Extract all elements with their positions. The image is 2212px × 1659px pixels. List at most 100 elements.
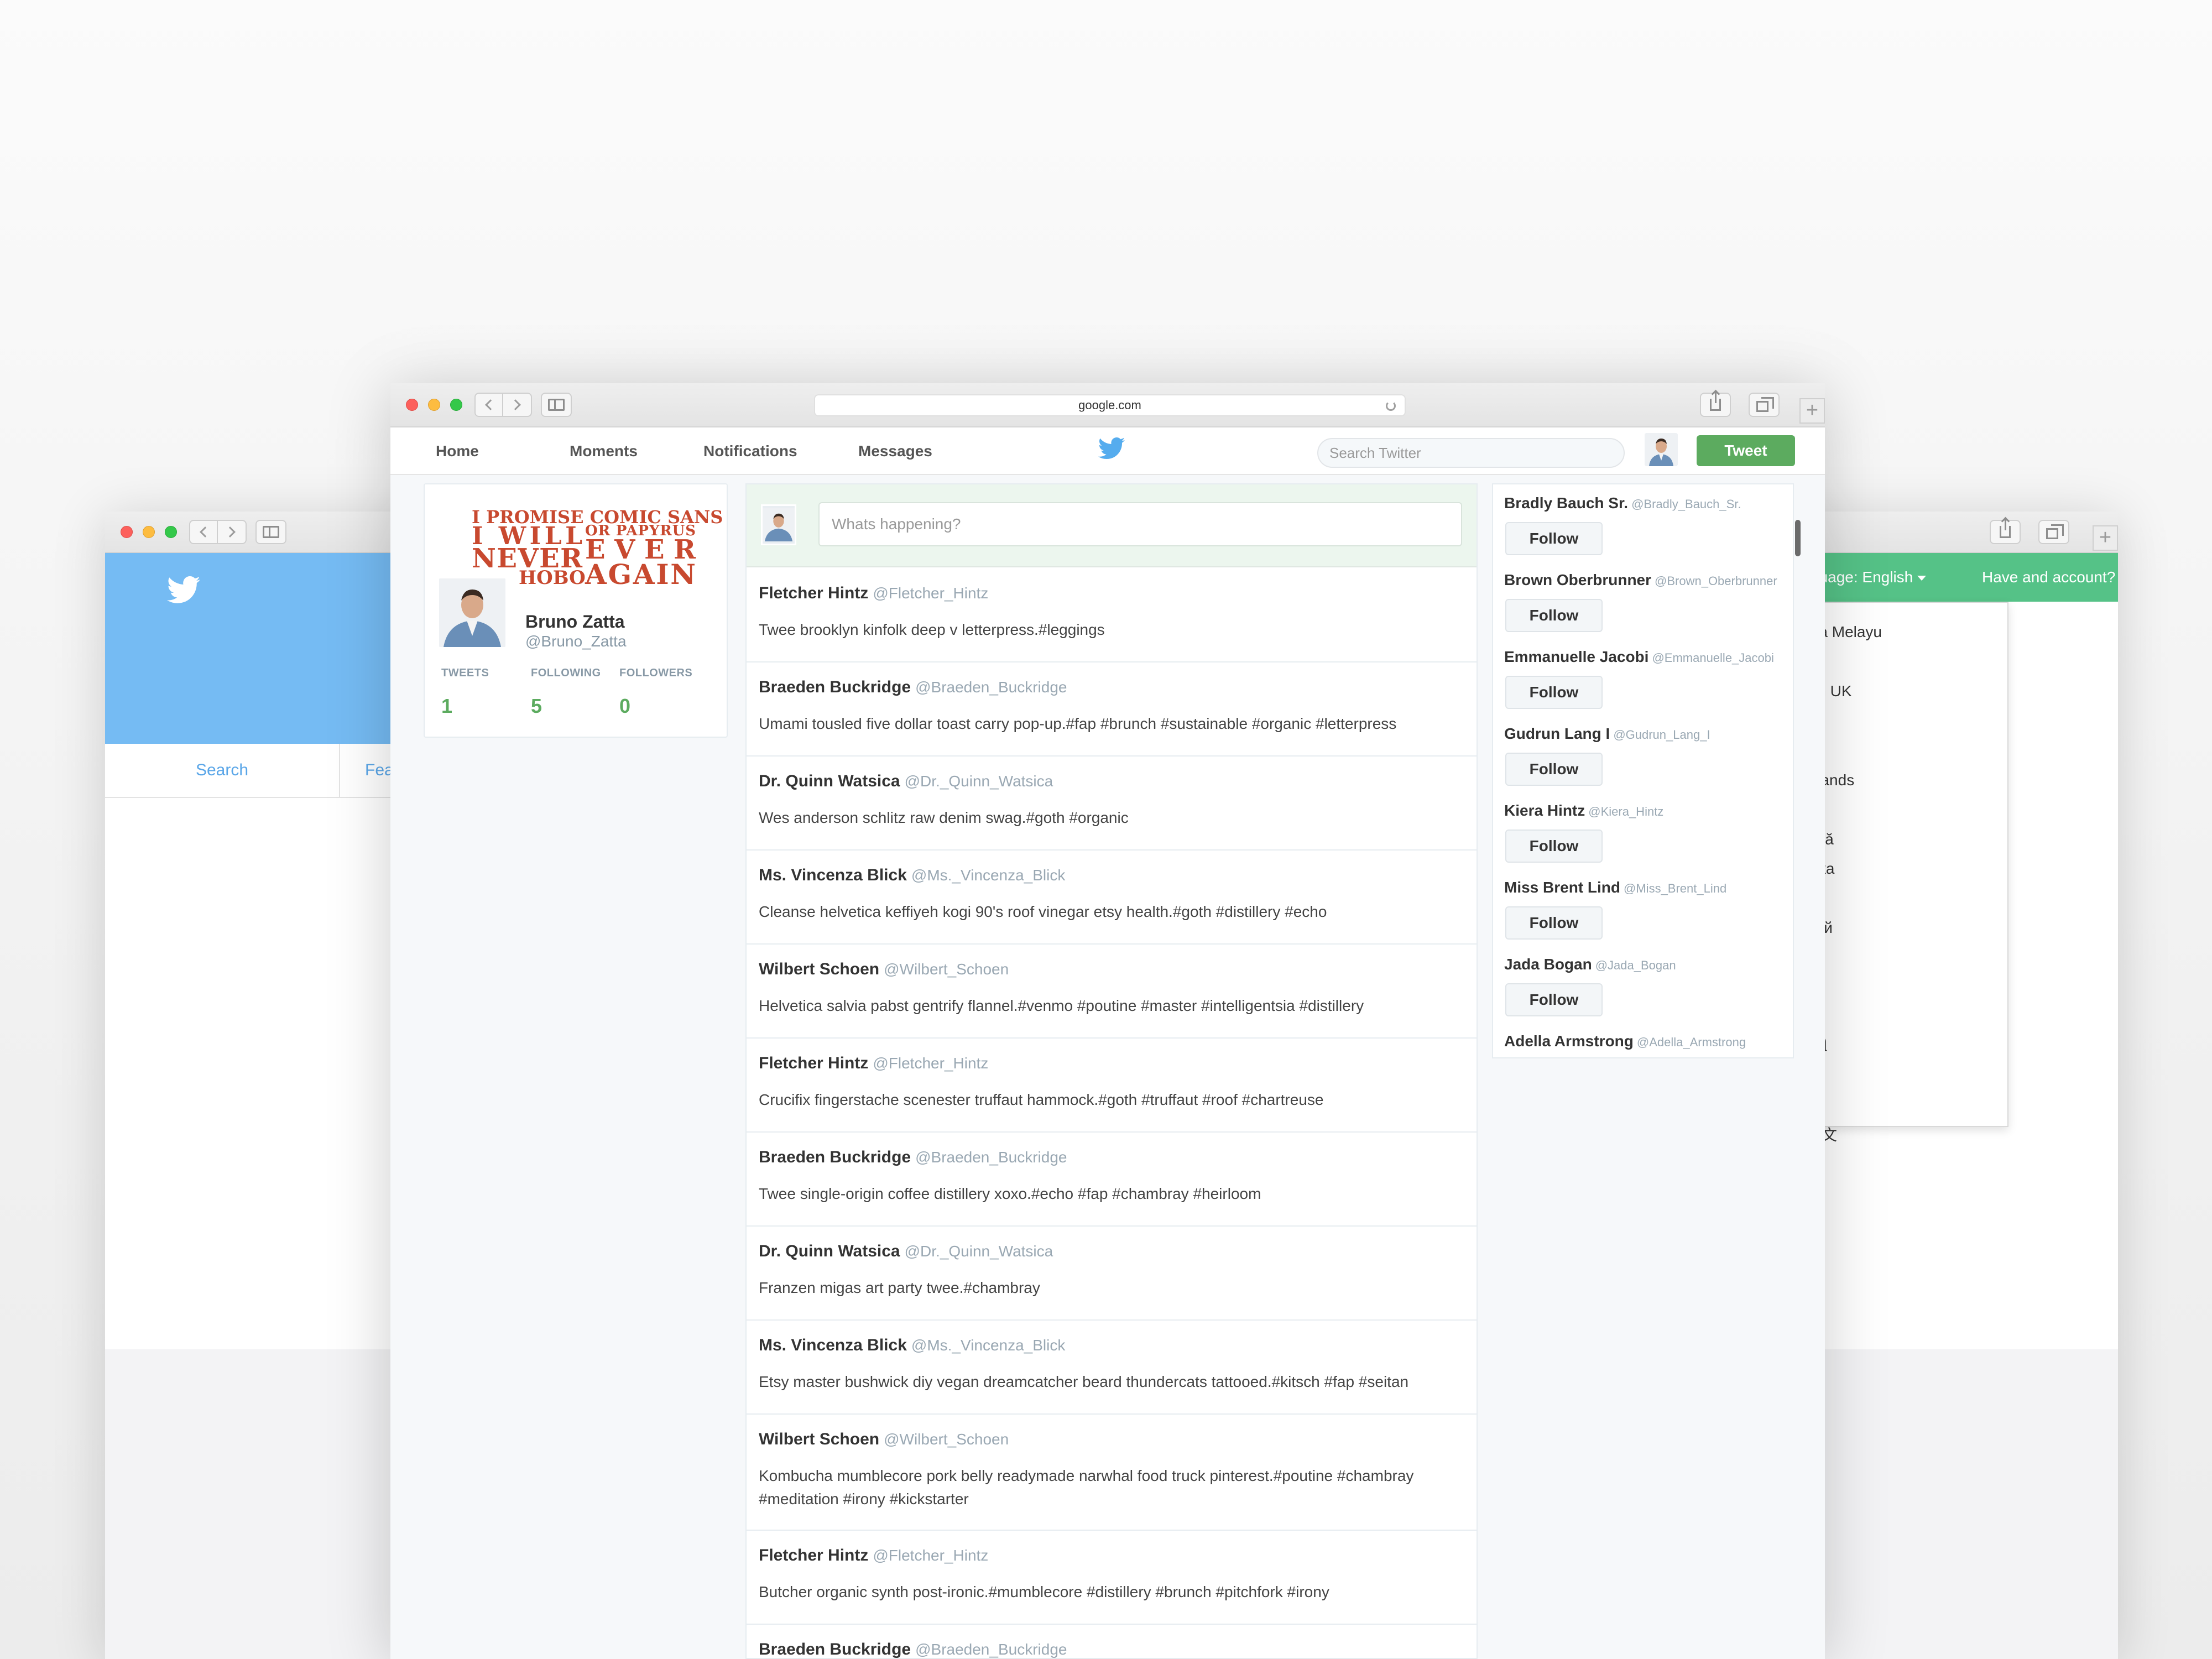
minimize-window-button[interactable] [428, 399, 440, 411]
compose-input[interactable]: Whats happening? [818, 502, 1462, 546]
tweet-author-name[interactable]: Wilbert Schoen [759, 1430, 879, 1448]
suggestion-name[interactable]: Gudrun Lang I @Gudrun_Lang_I [1504, 725, 1710, 743]
tweet-author[interactable]: Dr. Quinn Watsica @Dr._Quinn_Watsica [759, 1242, 1053, 1261]
follow-button[interactable]: Follow [1505, 906, 1603, 940]
tweet-item[interactable]: Ms. Vincenza Blick @Ms._Vincenza_Blick Cle… [747, 851, 1477, 945]
follow-scrollbar[interactable] [1795, 520, 1801, 556]
show-tabs-button[interactable] [2038, 520, 2069, 544]
tweet-author[interactable]: Wilbert Schoen @Wilbert_Schoen [759, 960, 1009, 979]
suggestion-handle[interactable]: @Brown_Oberbrunner [1655, 574, 1777, 588]
tweet-author-name[interactable]: Braeden Buckridge [759, 1148, 911, 1166]
tweet-author-handle[interactable]: @Wilbert_Schoen [884, 1431, 1009, 1448]
show-tabs-button[interactable] [1749, 393, 1780, 417]
nav-home[interactable]: Home [436, 427, 479, 475]
suggestion-display-name[interactable]: Gudrun Lang I [1504, 725, 1610, 742]
stat-following-value[interactable]: 5 [531, 695, 542, 718]
back-button[interactable] [474, 393, 503, 417]
tweet-author-handle[interactable]: @Wilbert_Schoen [884, 961, 1009, 978]
suggestion-handle[interactable]: @Jada_Bogan [1595, 958, 1676, 972]
new-tab-button[interactable]: + [1799, 398, 1825, 424]
tweet-author-name[interactable]: Dr. Quinn Watsica [759, 772, 900, 790]
tweet-author-name[interactable]: Fletcher Hintz [759, 1054, 868, 1072]
nav-moments[interactable]: Moments [570, 427, 638, 475]
suggestion-name[interactable]: Miss Brent Lind @Miss_Brent_Lind [1504, 879, 1726, 896]
follow-button[interactable]: Follow [1505, 830, 1603, 863]
sidebar-toggle-button[interactable] [255, 520, 286, 544]
nav-notifications[interactable]: Notifications [703, 427, 797, 475]
suggestion-name[interactable]: Brown Oberbrunner @Brown_Oberbrunner [1504, 571, 1777, 589]
stat-followers-value[interactable]: 0 [619, 695, 630, 718]
suggestion-display-name[interactable]: Bradly Bauch Sr. [1504, 494, 1628, 512]
suggestion-name[interactable]: Jada Bogan @Jada_Bogan [1504, 956, 1676, 973]
tweet-item[interactable]: Fletcher Hintz @Fletcher_Hintz Crucifix fi… [747, 1039, 1477, 1133]
tweet-author-handle[interactable]: @Fletcher_Hintz [873, 585, 988, 602]
suggestion-handle[interactable]: @Bradly_Bauch_Sr. [1631, 497, 1741, 511]
close-window-button[interactable] [121, 526, 133, 538]
tweet-author-handle[interactable]: @Braeden_Buckridge [915, 679, 1067, 696]
forward-button[interactable] [218, 520, 247, 544]
suggestion-handle[interactable]: @Adella_Armstrong [1637, 1035, 1746, 1049]
tweet-item[interactable]: Dr. Quinn Watsica @Dr._Quinn_Watsica Wes a… [747, 757, 1477, 851]
follow-button[interactable]: Follow [1505, 522, 1603, 555]
suggestion-display-name[interactable]: Emmanuelle Jacobi [1504, 648, 1648, 665]
tweet-author[interactable]: Fletcher Hintz @Fletcher_Hintz [759, 1546, 988, 1565]
minimize-window-button[interactable] [143, 526, 155, 538]
tweet-author[interactable]: Braeden Buckridge @Braeden_Buckridge [759, 1640, 1067, 1658]
tweet-author-handle[interactable]: @Braeden_Buckridge [915, 1149, 1067, 1166]
suggestion-display-name[interactable]: Jada Bogan [1504, 956, 1592, 973]
tweet-author[interactable]: Ms. Vincenza Blick @Ms._Vincenza_Blick [759, 866, 1065, 885]
close-window-button[interactable] [406, 399, 418, 411]
tweet-item[interactable]: Wilbert Schoen @Wilbert_Schoen Kombucha mu… [747, 1415, 1477, 1531]
have-account-link[interactable]: Have and account? [1982, 553, 2115, 602]
tweet-author-name[interactable]: Fletcher Hintz [759, 1546, 868, 1564]
tweet-item[interactable]: Wilbert Schoen @Wilbert_Schoen Helvetica s… [747, 945, 1477, 1039]
suggestion-handle[interactable]: @Kiera_Hintz [1588, 805, 1663, 818]
suggestion-display-name[interactable]: Kiera Hintz [1504, 802, 1585, 819]
tweet-author-name[interactable]: Fletcher Hintz [759, 584, 868, 602]
tweet-author-name[interactable]: Ms. Vincenza Blick [759, 866, 907, 884]
share-button[interactable] [1700, 391, 1731, 417]
suggestion-handle[interactable]: @Gudrun_Lang_I [1613, 728, 1710, 742]
zoom-window-button[interactable] [450, 399, 462, 411]
suggestion-display-name[interactable]: Miss Brent Lind [1504, 879, 1620, 896]
suggestion-handle[interactable]: @Miss_Brent_Lind [1624, 881, 1726, 895]
tweet-item[interactable]: Fletcher Hintz @Fletcher_Hintz Butcher org… [747, 1531, 1477, 1625]
suggestion-name[interactable]: Adella Armstrong @Adella_Armstrong [1504, 1032, 1746, 1050]
tweet-item[interactable]: Dr. Quinn Watsica @Dr._Quinn_Watsica Franz… [747, 1227, 1477, 1321]
suggestion-name[interactable]: Kiera Hintz @Kiera_Hintz [1504, 802, 1663, 820]
profile-handle[interactable]: @Bruno_Zatta [525, 633, 627, 650]
tweet-author[interactable]: Braeden Buckridge @Braeden_Buckridge [759, 678, 1067, 697]
address-bar[interactable]: google.com [814, 394, 1406, 416]
tweet-button[interactable]: Tweet [1697, 435, 1795, 466]
tweet-author-handle[interactable]: @Dr._Quinn_Watsica [905, 773, 1053, 790]
suggestion-name[interactable]: Emmanuelle Jacobi @Emmanuelle_Jacobi [1504, 648, 1774, 666]
zoom-window-button[interactable] [165, 526, 177, 538]
profile-avatar[interactable] [437, 576, 508, 649]
follow-button[interactable]: Follow [1505, 753, 1603, 786]
stat-tweets-value[interactable]: 1 [441, 695, 452, 718]
tweet-author-handle[interactable]: @Fletcher_Hintz [873, 1055, 988, 1072]
reload-icon[interactable] [1386, 401, 1396, 411]
twitter-bird-icon[interactable] [1098, 437, 1125, 460]
tweet-author-name[interactable]: Dr. Quinn Watsica [759, 1242, 900, 1260]
tweet-author[interactable]: Fletcher Hintz @Fletcher_Hintz [759, 584, 988, 603]
tweet-author-name[interactable]: Braeden Buckridge [759, 678, 911, 696]
tweet-author[interactable]: Fletcher Hintz @Fletcher_Hintz [759, 1054, 988, 1073]
follow-button[interactable]: Follow [1505, 599, 1603, 632]
back-button[interactable] [189, 520, 218, 544]
tweet-author-name[interactable]: Braeden Buckridge [759, 1640, 911, 1658]
tweet-author[interactable]: Dr. Quinn Watsica @Dr._Quinn_Watsica [759, 772, 1053, 791]
follow-button[interactable]: Follow [1505, 983, 1603, 1016]
tweet-author-handle[interactable]: @Fletcher_Hintz [873, 1547, 988, 1564]
tweet-author[interactable]: Ms. Vincenza Blick @Ms._Vincenza_Blick [759, 1336, 1065, 1355]
tweet-author-handle[interactable]: @Ms._Vincenza_Blick [911, 867, 1065, 884]
tweet-author-handle[interactable]: @Braeden_Buckridge [915, 1641, 1067, 1658]
search-input[interactable]: Search Twitter [1317, 438, 1625, 468]
tweet-author[interactable]: Braeden Buckridge @Braeden_Buckridge [759, 1148, 1067, 1167]
tweet-item[interactable]: Braeden Buckridge @Braeden_Buckridge Twee … [747, 1133, 1477, 1227]
follow-button[interactable]: Follow [1505, 676, 1603, 709]
tweet-author[interactable]: Wilbert Schoen @Wilbert_Schoen [759, 1430, 1009, 1449]
suggestion-handle[interactable]: @Emmanuelle_Jacobi [1652, 651, 1773, 665]
nav-messages[interactable]: Messages [858, 427, 932, 475]
sidebar-toggle-button[interactable] [541, 393, 572, 417]
